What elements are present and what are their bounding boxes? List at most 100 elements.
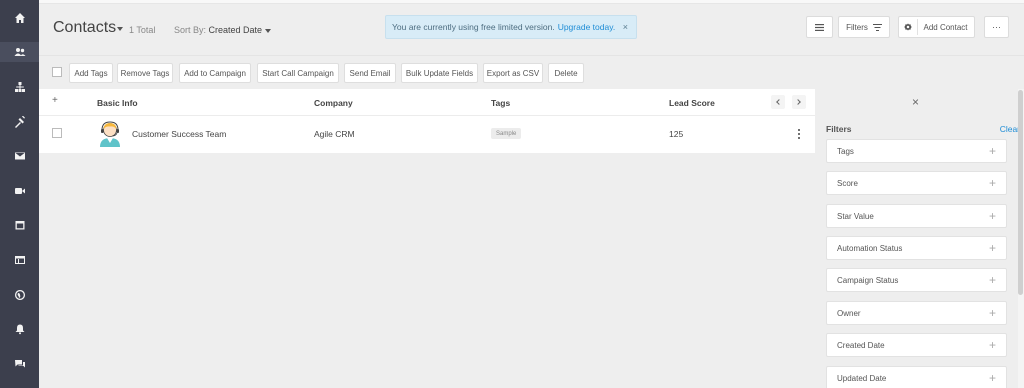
column-header-basic-info[interactable]: Basic Info xyxy=(97,98,138,108)
sort-value: Created Date xyxy=(208,25,263,35)
remove-tags-button[interactable]: Remove Tags xyxy=(117,63,173,83)
page-title: Contacts xyxy=(53,19,117,36)
add-contact-label: Add Contact xyxy=(923,22,968,32)
sidebar-item-companies[interactable] xyxy=(0,77,39,97)
filters-title: Filters xyxy=(826,124,852,134)
start-call-campaign-button[interactable]: Start Call Campaign xyxy=(257,63,339,83)
add-tags-button[interactable]: Add Tags xyxy=(69,63,113,83)
upgrade-link[interactable]: Upgrade today. xyxy=(558,22,616,32)
plus-icon: + xyxy=(988,144,996,158)
plus-icon: + xyxy=(988,273,996,287)
bulk-actions-toolbar: Add Tags Remove Tags Add to Campaign Sta… xyxy=(39,55,1024,89)
row-menu-button[interactable] xyxy=(797,128,801,142)
email-icon xyxy=(14,152,25,160)
contacts-table: + Basic Info Company Tags Lead Score Cus… xyxy=(39,89,815,153)
filter-item-label: Automation Status xyxy=(837,244,903,253)
sort-label: Sort By: xyxy=(174,25,207,35)
filters-close-button[interactable]: × xyxy=(912,95,919,109)
sidebar-item-chat[interactable] xyxy=(0,354,39,374)
plus-icon: + xyxy=(988,371,996,385)
plus-icon: + xyxy=(988,338,996,352)
scroll-right-button[interactable] xyxy=(792,95,806,109)
filters-button[interactable]: Filters xyxy=(838,16,890,38)
column-header-tags[interactable]: Tags xyxy=(491,98,510,108)
page-header: Contacts 1 Total Sort By: Created Date Y… xyxy=(39,4,1024,52)
sidebar-item-email[interactable] xyxy=(0,146,39,166)
sidebar-item-video[interactable] xyxy=(0,181,39,201)
contact-name[interactable]: Customer Success Team xyxy=(132,129,226,139)
filter-item-updated-date[interactable]: Updated Date + xyxy=(826,366,1007,388)
table-header: + Basic Info Company Tags Lead Score xyxy=(39,89,815,116)
filter-icon xyxy=(872,23,882,31)
column-header-lead-score[interactable]: Lead Score xyxy=(669,98,715,108)
sort-caret-icon xyxy=(265,28,272,33)
contacts-icon xyxy=(14,48,25,56)
notification-icon xyxy=(15,324,24,335)
table-row[interactable]: Customer Success Team Agile CRM Sample 1… xyxy=(39,116,815,153)
filters-button-label: Filters xyxy=(846,22,868,32)
plus-icon: + xyxy=(988,241,996,255)
contact-tag[interactable]: Sample xyxy=(491,128,522,139)
list-view-button[interactable] xyxy=(806,16,833,38)
filter-item-label: Updated Date xyxy=(837,374,887,383)
send-email-button[interactable]: Send Email xyxy=(344,63,396,83)
sidebar-item-home[interactable] xyxy=(0,8,39,28)
deals-icon xyxy=(14,116,25,128)
plus-icon: + xyxy=(988,209,996,223)
avatar xyxy=(100,121,120,147)
column-header-company[interactable]: Company xyxy=(314,98,353,108)
filters-clear-link[interactable]: Clear xyxy=(1000,124,1020,134)
filter-item-created-date[interactable]: Created Date + xyxy=(826,333,1007,357)
sort-dropdown[interactable]: Sort By: Created Date xyxy=(174,25,272,35)
filters-panel: × Filters Clear Tags + Score + Star Value +… xyxy=(815,89,1020,388)
dot-icon xyxy=(798,137,800,139)
sidebar-item-notifications[interactable] xyxy=(0,319,39,339)
sidebar xyxy=(0,0,39,388)
filter-item-label: Campaign Status xyxy=(837,276,899,285)
title-dropdown-caret-icon[interactable] xyxy=(117,27,123,31)
app-window: Contacts 1 Total Sort By: Created Date Y… xyxy=(0,0,1024,388)
sidebar-item-calendar[interactable] xyxy=(0,215,39,235)
globe-icon xyxy=(14,290,25,300)
video-icon xyxy=(14,188,25,194)
filter-item-tags[interactable]: Tags + xyxy=(826,139,1007,163)
add-to-campaign-button[interactable]: Add to Campaign xyxy=(179,63,251,83)
companies-icon xyxy=(14,82,25,92)
notice-text: You are currently using free limited ver… xyxy=(392,22,555,32)
bulk-update-fields-button[interactable]: Bulk Update Fields xyxy=(401,63,478,83)
sidebar-item-contacts[interactable] xyxy=(0,42,39,62)
dot-icon xyxy=(798,129,800,131)
settings-icon xyxy=(904,23,912,31)
filter-item-label: Tags xyxy=(837,147,854,156)
filter-item-score[interactable]: Score + xyxy=(826,171,1007,195)
export-csv-button[interactable]: Export as CSV xyxy=(483,63,543,83)
delete-button[interactable]: Delete xyxy=(548,63,584,83)
home-icon xyxy=(14,13,25,23)
notice-close-button[interactable]: × xyxy=(623,22,628,32)
upgrade-notice: You are currently using free limited ver… xyxy=(385,15,637,39)
chevron-left-icon xyxy=(776,99,782,105)
contact-company: Agile CRM xyxy=(314,129,355,139)
contact-lead-score: 125 xyxy=(669,129,684,139)
sidebar-item-deals[interactable] xyxy=(0,112,39,132)
add-contact-button[interactable]: Add Contact xyxy=(898,16,975,38)
sidebar-item-web[interactable] xyxy=(0,250,39,270)
chat-icon xyxy=(14,360,25,368)
filter-item-label: Created Date xyxy=(837,341,885,350)
filter-item-star-value[interactable]: Star Value + xyxy=(826,204,1007,228)
row-checkbox[interactable] xyxy=(52,128,62,138)
filter-item-automation-status[interactable]: Automation Status + xyxy=(826,236,1007,260)
sidebar-item-globe[interactable] xyxy=(0,285,39,305)
add-column-button[interactable]: + xyxy=(52,95,58,106)
filter-item-label: Score xyxy=(837,179,858,188)
web-icon xyxy=(14,256,25,264)
dot-icon xyxy=(798,133,800,135)
filters-scrollbar-thumb[interactable] xyxy=(1018,90,1023,295)
select-all-checkbox[interactable] xyxy=(52,67,62,77)
scroll-left-button[interactable] xyxy=(771,95,785,109)
more-options-button[interactable]: ··· xyxy=(984,16,1009,38)
plus-icon: + xyxy=(988,176,996,190)
filter-item-campaign-status[interactable]: Campaign Status + xyxy=(826,268,1007,292)
plus-icon: + xyxy=(988,306,996,320)
filter-item-owner[interactable]: Owner + xyxy=(826,301,1007,325)
